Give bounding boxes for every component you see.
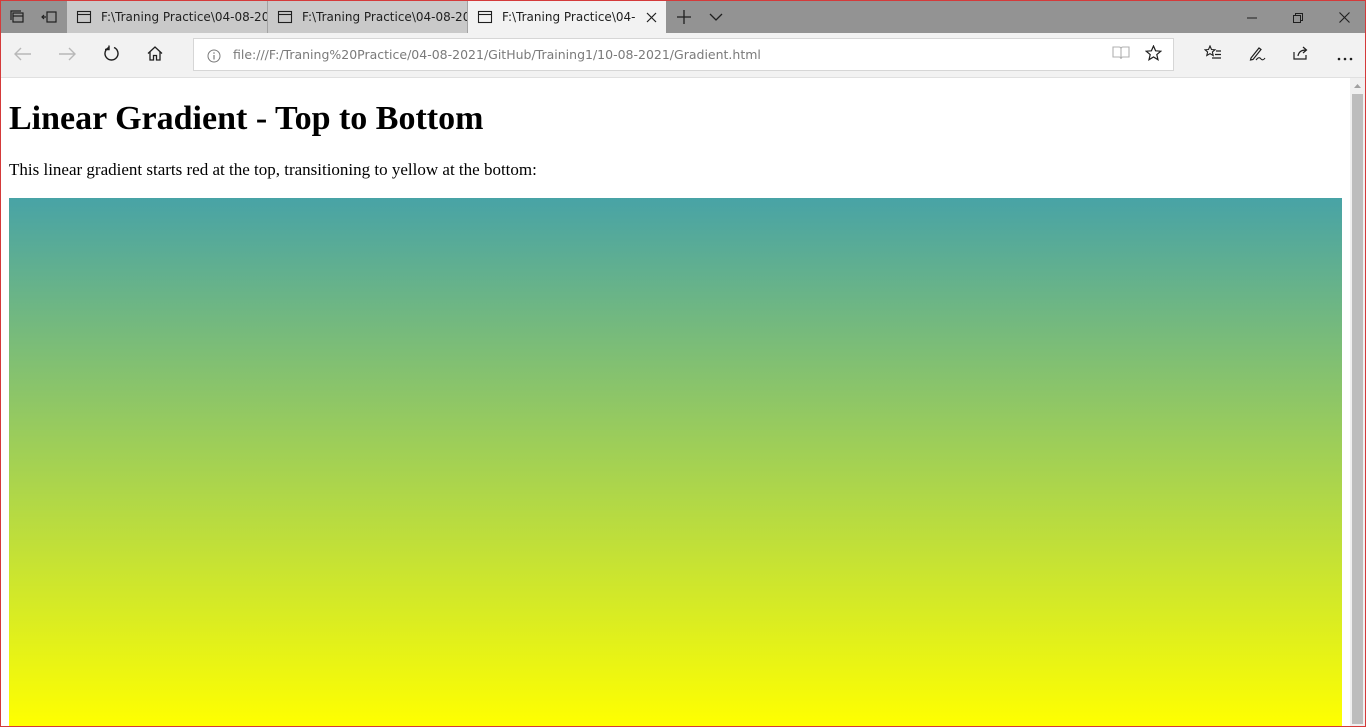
refresh-button[interactable] <box>89 33 133 77</box>
close-window-button[interactable] <box>1321 1 1365 33</box>
gradient-box <box>9 198 1342 726</box>
more-icon <box>1337 46 1353 65</box>
close-icon <box>1338 8 1350 27</box>
minimize-icon <box>1247 8 1257 27</box>
tabs-aside-icon <box>9 9 25 25</box>
tab-title: F:\Traning Practice\04-08-2021\GitHub\Tr… <box>101 10 267 24</box>
page-icon <box>76 9 92 25</box>
star-icon <box>1144 44 1162 65</box>
page-icon <box>277 9 293 25</box>
page-heading: Linear Gradient - Top to Bottom <box>9 100 484 137</box>
show-set-aside-icon <box>41 9 57 25</box>
favorites-list-icon <box>1203 44 1222 65</box>
tab-preview-button[interactable] <box>700 1 732 33</box>
page-viewport: Linear Gradient - Top to Bottom This lin… <box>1 78 1350 726</box>
restore-button[interactable] <box>1275 1 1321 33</box>
plus-icon <box>677 10 691 24</box>
tab-title: F:\Traning Practice\04-08-2021\GitHub\Tr… <box>302 10 467 24</box>
tab-1[interactable]: F:\Traning Practice\04-08-2021\GitHub\Tr… <box>67 1 268 33</box>
share-button[interactable] <box>1279 33 1323 77</box>
tab-close-button[interactable] <box>636 1 666 33</box>
book-icon <box>1112 45 1130 64</box>
share-icon <box>1292 45 1310 65</box>
chevron-up-icon <box>1354 83 1361 88</box>
refresh-icon <box>103 45 120 66</box>
favorites-hub-button[interactable] <box>1191 33 1235 77</box>
home-icon <box>147 45 163 65</box>
more-button[interactable] <box>1323 33 1365 77</box>
notes-button[interactable] <box>1235 33 1279 77</box>
tab-3-active[interactable]: F:\Traning Practice\04-08-2021\GitHub\Tr… <box>468 1 666 33</box>
pen-icon <box>1248 45 1266 65</box>
home-button[interactable] <box>133 33 177 77</box>
scroll-thumb[interactable] <box>1352 94 1363 724</box>
minimize-button[interactable] <box>1229 1 1275 33</box>
new-tab-button[interactable] <box>668 1 700 33</box>
close-icon <box>646 12 656 22</box>
tab-strip: F:\Traning Practice\04-08-2021\GitHub\Tr… <box>1 1 1365 33</box>
browser-window: F:\Traning Practice\04-08-2021\GitHub\Tr… <box>0 0 1366 727</box>
forward-button[interactable] <box>45 33 89 77</box>
navigation-bar: file:///F:/Traning%20Practice/04-08-2021… <box>1 33 1365 78</box>
show-set-aside-button[interactable] <box>33 1 65 33</box>
vertical-scrollbar[interactable] <box>1350 78 1365 726</box>
tabs-aside-button[interactable] <box>1 1 33 33</box>
scroll-up-button[interactable] <box>1350 78 1365 93</box>
restore-icon <box>1293 8 1303 27</box>
back-button[interactable] <box>1 33 45 77</box>
reading-view-button[interactable] <box>1105 39 1137 70</box>
arrow-left-icon <box>14 46 32 65</box>
chevron-down-icon <box>709 13 723 21</box>
page-description: This linear gradient starts red at the t… <box>9 160 537 179</box>
tab-2[interactable]: F:\Traning Practice\04-08-2021\GitHub\Tr… <box>268 1 468 33</box>
page-icon <box>477 9 493 25</box>
info-icon[interactable] <box>207 48 221 63</box>
url-text[interactable]: file:///F:/Traning%20Practice/04-08-2021… <box>233 47 761 62</box>
tab-title: F:\Traning Practice\04-08-2021\GitHub\Tr… <box>502 10 636 24</box>
favorite-button[interactable] <box>1137 39 1169 70</box>
address-bar[interactable]: file:///F:/Traning%20Practice/04-08-2021… <box>193 38 1174 71</box>
arrow-right-icon <box>58 46 76 65</box>
